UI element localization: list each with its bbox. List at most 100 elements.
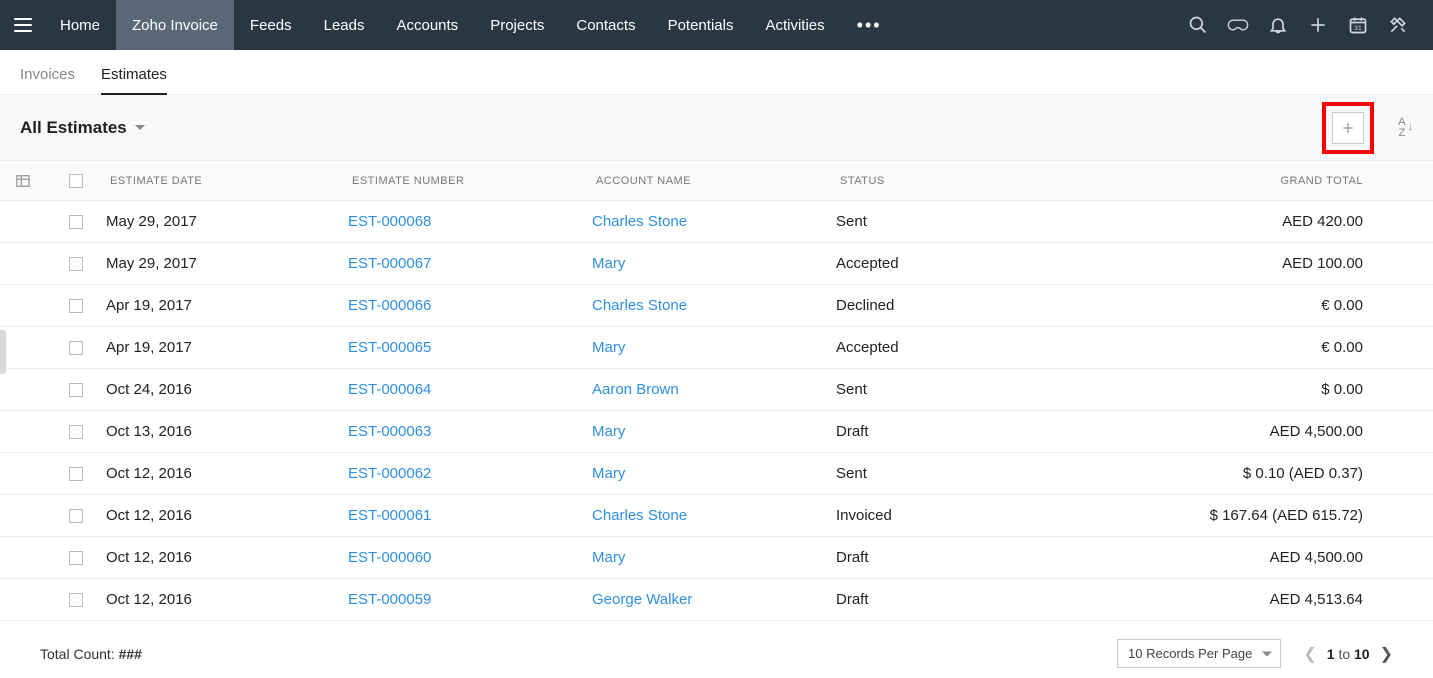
- menu-icon[interactable]: [14, 18, 32, 32]
- nav-more-icon[interactable]: •••: [841, 15, 898, 36]
- pager-range-to: 10: [1354, 646, 1370, 662]
- nav-item-contacts[interactable]: Contacts: [560, 0, 651, 50]
- records-per-page-select[interactable]: 10 Records Per Page: [1117, 639, 1281, 668]
- cell-account-name[interactable]: Mary: [592, 423, 836, 440]
- row-checkbox[interactable]: [69, 383, 83, 397]
- records-per-page-label: 10 Records Per Page: [1128, 646, 1252, 661]
- column-header-date[interactable]: Estimate Date: [106, 175, 348, 187]
- bell-icon[interactable]: [1267, 14, 1289, 36]
- cell-grand-total: € 0.00: [1156, 297, 1433, 314]
- cell-account-name[interactable]: Charles Stone: [592, 507, 836, 524]
- nav-item-home[interactable]: Home: [44, 0, 116, 50]
- collapsed-panel-handle[interactable]: [0, 330, 6, 374]
- cell-date: Oct 12, 2016: [106, 507, 348, 524]
- cell-grand-total: AED 4,500.00: [1156, 423, 1433, 440]
- cell-estimate-number[interactable]: EST-000060: [348, 549, 592, 566]
- table-row[interactable]: Oct 13, 2016EST-000063MaryDraftAED 4,500…: [0, 411, 1433, 453]
- cell-date: Oct 12, 2016: [106, 465, 348, 482]
- cell-grand-total: $ 0.00: [1156, 381, 1433, 398]
- row-checkbox[interactable]: [69, 341, 83, 355]
- cell-grand-total: AED 100.00: [1156, 255, 1433, 272]
- cell-status: Invoiced: [836, 507, 1156, 524]
- cell-grand-total: € 0.00: [1156, 339, 1433, 356]
- cell-estimate-number[interactable]: EST-000061: [348, 507, 592, 524]
- table-row[interactable]: Oct 24, 2016EST-000064Aaron BrownSent$ 0…: [0, 369, 1433, 411]
- table-row[interactable]: Oct 12, 2016EST-000061Charles StoneInvoi…: [0, 495, 1433, 537]
- cell-grand-total: AED 4,513.64: [1156, 591, 1433, 608]
- plus-icon[interactable]: [1307, 14, 1329, 36]
- row-checkbox[interactable]: [69, 425, 83, 439]
- column-header-total[interactable]: Grand Total: [1156, 175, 1433, 187]
- pager-prev-icon[interactable]: ❮: [1303, 644, 1316, 664]
- column-header-account[interactable]: Account Name: [592, 175, 836, 187]
- nav-item-projects[interactable]: Projects: [474, 0, 560, 50]
- select-all-checkbox[interactable]: [69, 174, 83, 188]
- cell-estimate-number[interactable]: EST-000067: [348, 255, 592, 272]
- pager-next-icon[interactable]: ❯: [1380, 644, 1393, 664]
- row-checkbox[interactable]: [69, 551, 83, 565]
- nav-item-leads[interactable]: Leads: [308, 0, 381, 50]
- sort-az-icon[interactable]: AZ ↓: [1398, 117, 1413, 139]
- cell-grand-total: $ 167.64 (AED 615.72): [1156, 507, 1433, 524]
- nav-item-zoho-invoice[interactable]: Zoho Invoice: [116, 0, 234, 50]
- table-row[interactable]: May 29, 2017EST-000068Charles StoneSentA…: [0, 201, 1433, 243]
- table-row[interactable]: May 29, 2017EST-000067MaryAcceptedAED 10…: [0, 243, 1433, 285]
- column-header-status[interactable]: Status: [836, 175, 1156, 187]
- total-count: Total Count: ###: [40, 646, 142, 662]
- table-row[interactable]: Oct 12, 2016EST-000060MaryDraftAED 4,500…: [0, 537, 1433, 579]
- cell-account-name[interactable]: Charles Stone: [592, 297, 836, 314]
- row-checkbox[interactable]: [69, 467, 83, 481]
- cell-account-name[interactable]: Mary: [592, 465, 836, 482]
- row-checkbox[interactable]: [69, 215, 83, 229]
- cell-account-name[interactable]: Aaron Brown: [592, 381, 836, 398]
- chevron-down-icon: [135, 125, 145, 130]
- cell-status: Draft: [836, 549, 1156, 566]
- view-selector[interactable]: All Estimates: [20, 118, 145, 138]
- cell-date: Oct 12, 2016: [106, 549, 348, 566]
- cell-date: Oct 12, 2016: [106, 591, 348, 608]
- subtab-estimates[interactable]: Estimates: [101, 66, 167, 95]
- table-row[interactable]: Apr 19, 2017EST-000065MaryAccepted€ 0.00: [0, 327, 1433, 369]
- subtabs: Invoices Estimates: [0, 50, 1433, 95]
- table-row[interactable]: Oct 12, 2016EST-000062MarySent$ 0.10 (AE…: [0, 453, 1433, 495]
- search-icon[interactable]: [1187, 14, 1209, 36]
- cell-account-name[interactable]: Mary: [592, 549, 836, 566]
- nav-item-potentials[interactable]: Potentials: [652, 0, 750, 50]
- cell-grand-total: $ 0.10 (AED 0.37): [1156, 465, 1433, 482]
- column-settings-icon[interactable]: [0, 174, 46, 188]
- table-row[interactable]: Apr 19, 2017EST-000066Charles StoneDecli…: [0, 285, 1433, 327]
- cell-estimate-number[interactable]: EST-000059: [348, 591, 592, 608]
- row-checkbox[interactable]: [69, 257, 83, 271]
- subtab-invoices[interactable]: Invoices: [20, 66, 75, 94]
- row-checkbox[interactable]: [69, 299, 83, 313]
- cell-status: Accepted: [836, 339, 1156, 356]
- pager-range-sep: to: [1338, 646, 1350, 662]
- cell-estimate-number[interactable]: EST-000063: [348, 423, 592, 440]
- estimates-table: Estimate Date Estimate Number Account Na…: [0, 161, 1433, 621]
- list-toolbar: All Estimates AZ ↓: [0, 95, 1433, 161]
- row-checkbox[interactable]: [69, 509, 83, 523]
- cell-estimate-number[interactable]: EST-000062: [348, 465, 592, 482]
- table-row[interactable]: Oct 12, 2016EST-000059George WalkerDraft…: [0, 579, 1433, 621]
- cell-account-name[interactable]: Mary: [592, 255, 836, 272]
- nav-item-feeds[interactable]: Feeds: [234, 0, 308, 50]
- cell-account-name[interactable]: Mary: [592, 339, 836, 356]
- cell-date: May 29, 2017: [106, 213, 348, 230]
- column-header-number[interactable]: Estimate Number: [348, 175, 592, 187]
- total-count-value: ###: [119, 646, 142, 662]
- add-estimate-button[interactable]: [1332, 112, 1364, 144]
- cell-estimate-number[interactable]: EST-000064: [348, 381, 592, 398]
- cell-estimate-number[interactable]: EST-000065: [348, 339, 592, 356]
- table-header-row: Estimate Date Estimate Number Account Na…: [0, 161, 1433, 201]
- row-checkbox[interactable]: [69, 593, 83, 607]
- cell-estimate-number[interactable]: EST-000068: [348, 213, 592, 230]
- cell-account-name[interactable]: Charles Stone: [592, 213, 836, 230]
- cell-status: Sent: [836, 465, 1156, 482]
- gamepad-icon[interactable]: [1227, 14, 1249, 36]
- cell-account-name[interactable]: George Walker: [592, 591, 836, 608]
- nav-item-accounts[interactable]: Accounts: [380, 0, 474, 50]
- tools-icon[interactable]: [1387, 14, 1409, 36]
- nav-item-activities[interactable]: Activities: [749, 0, 840, 50]
- cell-estimate-number[interactable]: EST-000066: [348, 297, 592, 314]
- calendar-icon[interactable]: 31: [1347, 14, 1369, 36]
